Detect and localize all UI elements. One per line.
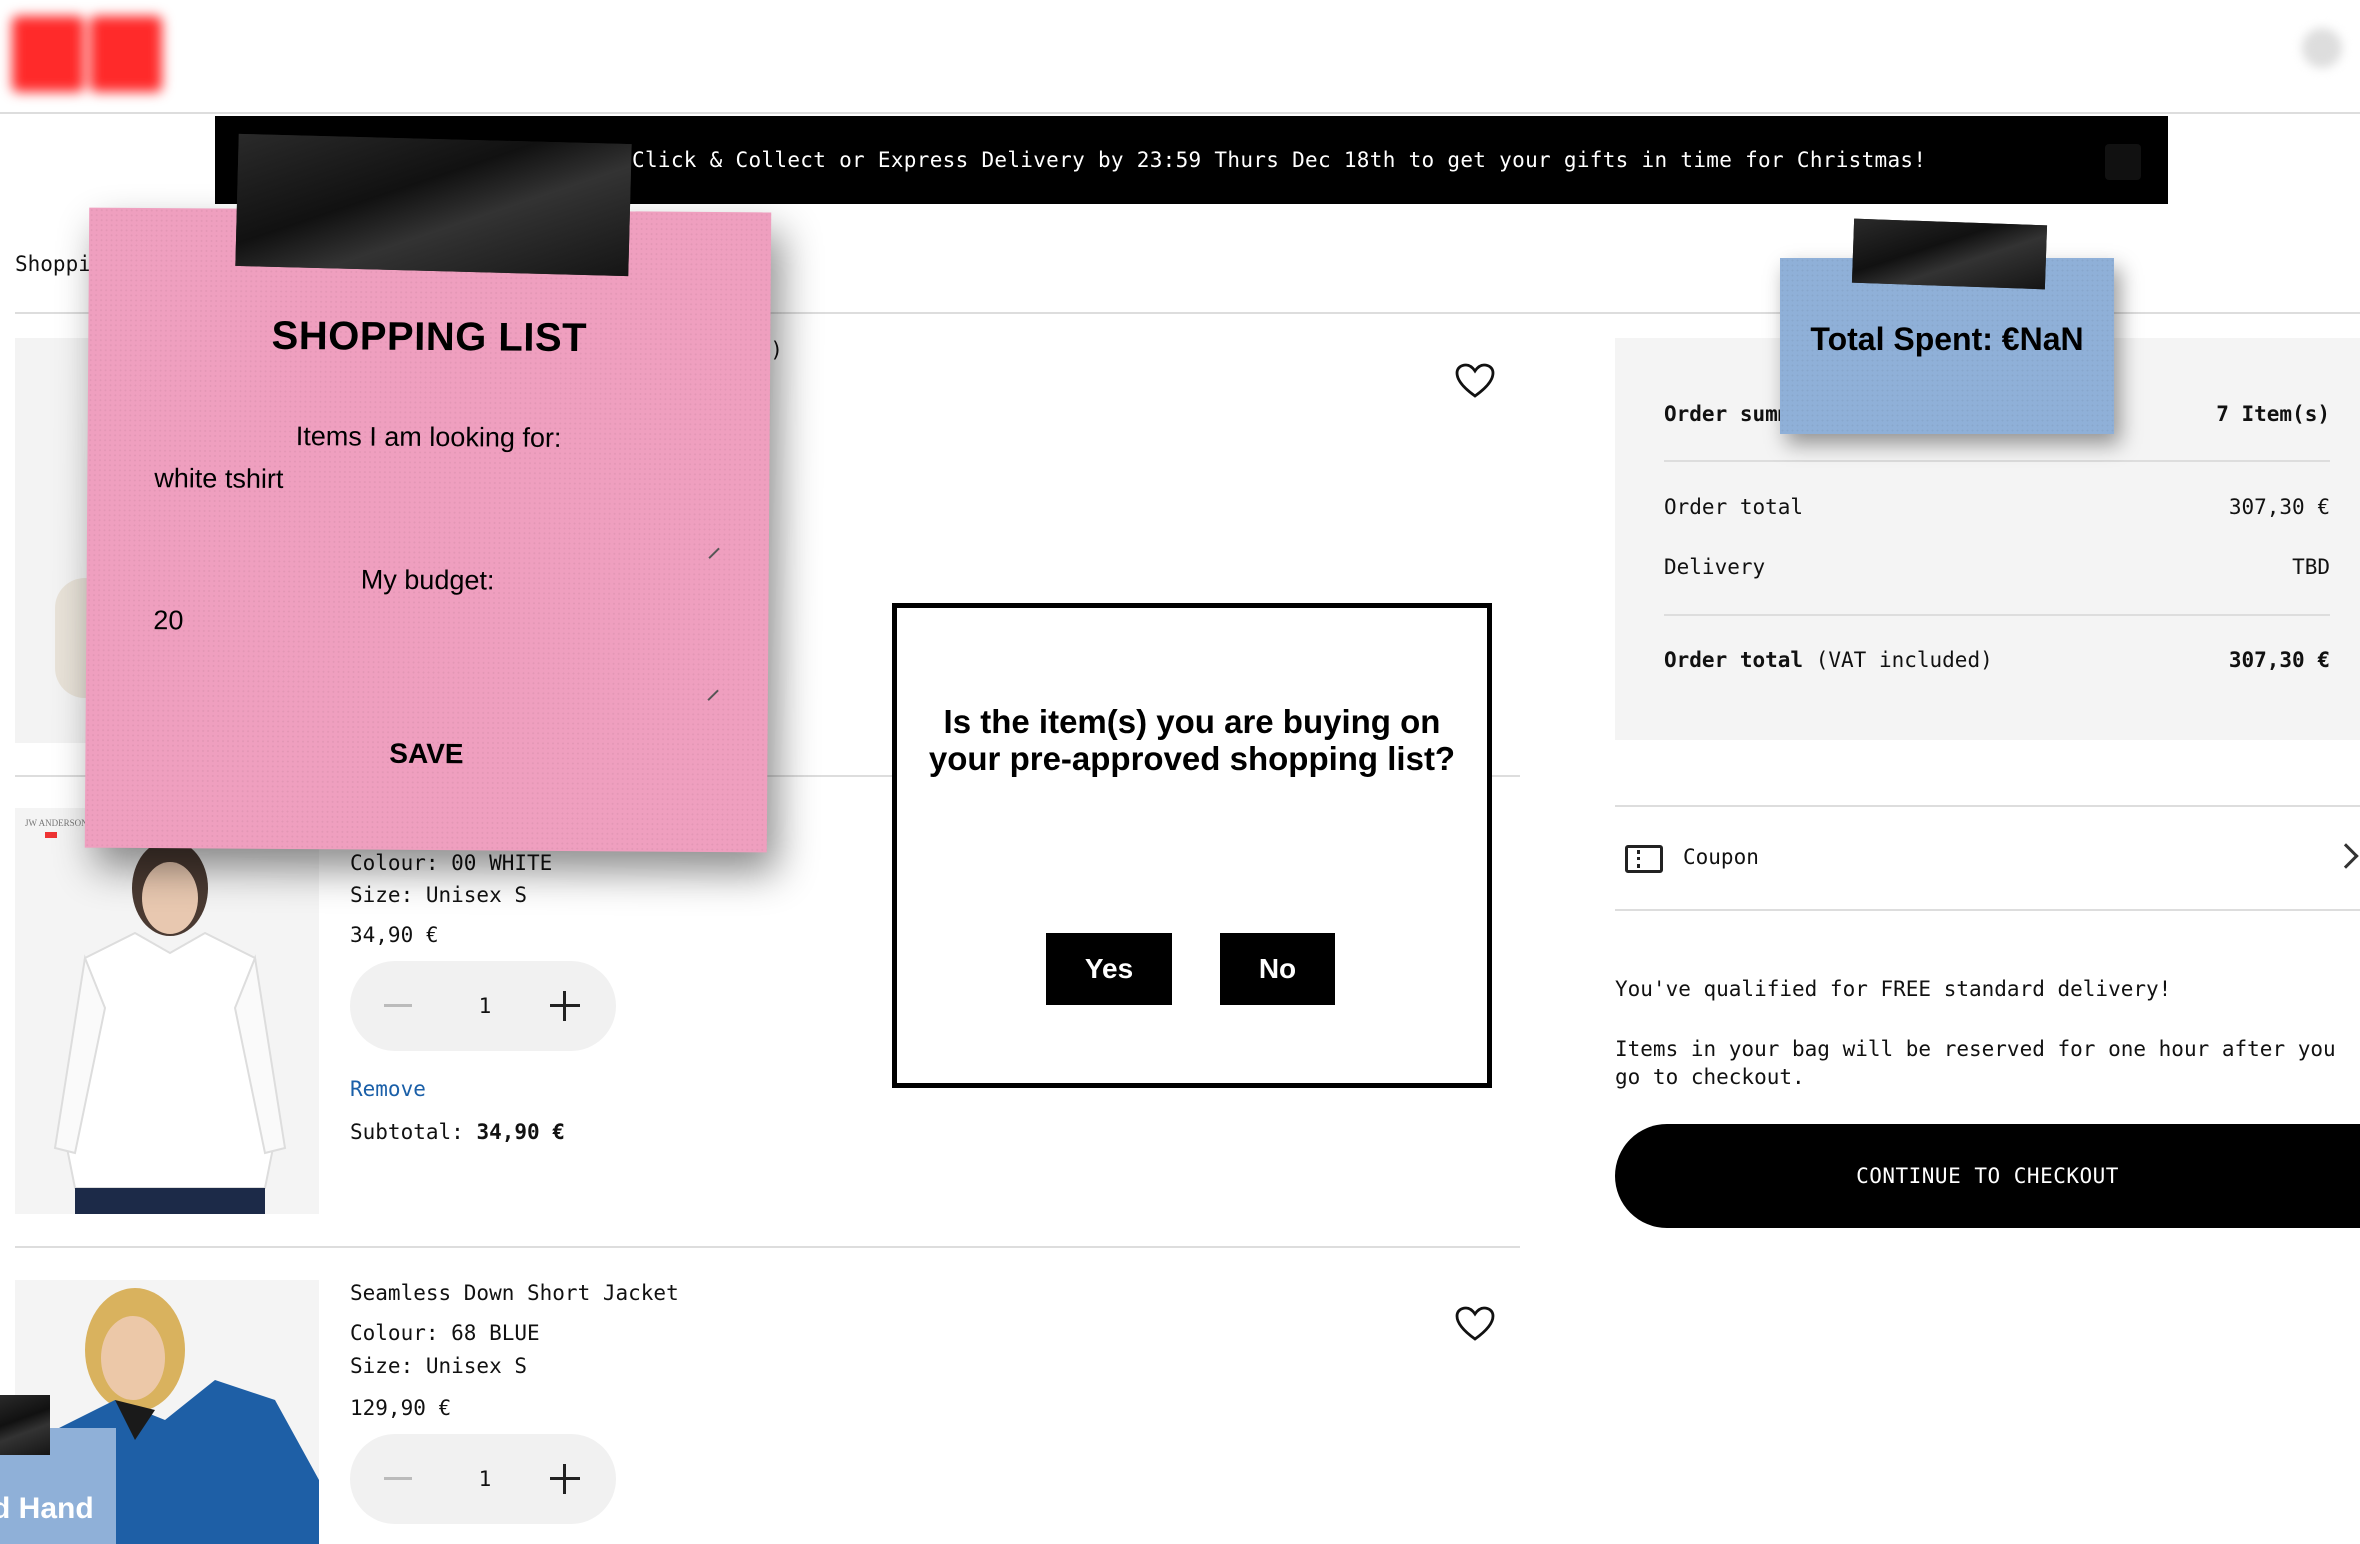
order-total-value: 307,30 € xyxy=(2228,495,2330,519)
order-summary-title: Order summ xyxy=(1664,402,1791,426)
brand-logo[interactable] xyxy=(12,16,170,96)
delivery-label: Delivery xyxy=(1664,555,1766,579)
divider xyxy=(1664,614,2330,616)
decrease-quantity-button[interactable] xyxy=(384,1004,412,1007)
budget-input[interactable] xyxy=(152,605,714,699)
product-price: 34,90 € xyxy=(350,923,439,947)
total-value: 307,30 € xyxy=(2228,648,2330,672)
product-size: Size: Unisex S xyxy=(350,883,528,907)
items-input[interactable] xyxy=(153,463,715,557)
hand-note-text: d Hand xyxy=(0,1492,94,1525)
delivery-value: TBD xyxy=(2292,555,2330,579)
shopping-list-title: SHOPPING LIST xyxy=(271,313,588,361)
shopping-list-confirm-dialog: Is the item(s) you are buying on your pr… xyxy=(892,603,1492,1088)
wishlist-heart-icon[interactable] xyxy=(1455,1306,1495,1342)
save-button[interactable]: SAVE xyxy=(85,736,767,773)
product-image[interactable]: JW ANDERSON xyxy=(15,808,319,1214)
yes-button[interactable]: Yes xyxy=(1046,933,1172,1005)
subtotal-value: 34,90 € xyxy=(476,1120,565,1144)
quantity-stepper: 1 xyxy=(350,1434,616,1524)
site-header xyxy=(0,0,2360,114)
budget-label: My budget: xyxy=(360,564,495,596)
product-price: 129,90 € xyxy=(350,1396,452,1420)
product-colour: Colour: 68 BLUE xyxy=(350,1321,540,1345)
product-size: Size: Unisex S xyxy=(350,1354,528,1378)
divider xyxy=(1664,460,2330,462)
coupon-label: Coupon xyxy=(1683,845,1759,869)
tape-strip xyxy=(235,133,632,277)
banner-close-icon[interactable] xyxy=(2105,144,2141,180)
continue-to-checkout-button[interactable]: CONTINUE TO CHECKOUT xyxy=(1615,1124,2360,1228)
svg-text:JW ANDERSON: JW ANDERSON xyxy=(25,818,88,828)
subtotal-label: Subtotal: xyxy=(350,1120,464,1144)
total-spent-text: Total Spent: €NaN xyxy=(1810,321,2084,357)
increase-quantity-button[interactable] xyxy=(550,991,580,1021)
promo-banner-text: Click & Collect or Express Delivery by 2… xyxy=(632,148,1927,172)
quantity-stepper: 1 xyxy=(350,961,616,1051)
wishlist-heart-icon[interactable] xyxy=(1455,363,1495,399)
dialog-question: Is the item(s) you are buying on your pr… xyxy=(928,703,1456,777)
vat-note: (VAT included) xyxy=(1815,648,1993,672)
coupon-row[interactable]: Coupon xyxy=(1615,805,2360,911)
reservation-note: Items in your bag will be reserved for o… xyxy=(1615,1037,2336,1089)
coupon-ticket-icon xyxy=(1625,845,1663,873)
quantity-value: 1 xyxy=(478,1467,492,1491)
items-label: Items I am looking for: xyxy=(295,421,562,453)
subtotal: Subtotal: 34,90 € xyxy=(350,1120,565,1144)
white-shirt-photo: JW ANDERSON xyxy=(25,818,287,1214)
order-total-label: Order total xyxy=(1664,495,1804,519)
account-icon[interactable] xyxy=(2302,28,2342,68)
tape-strip xyxy=(1851,218,2048,290)
remove-link[interactable]: Remove xyxy=(350,1077,426,1101)
increase-quantity-button[interactable] xyxy=(550,1464,580,1494)
chevron-right-icon xyxy=(2333,843,2359,869)
items-count: 7 Item(s) xyxy=(2216,402,2330,426)
shopping-list-note: SHOPPING LIST Items I am looking for: My… xyxy=(84,207,772,853)
divider xyxy=(15,1246,1520,1248)
product-name[interactable]: Seamless Down Short Jacket xyxy=(350,1281,679,1305)
quantity-value: 1 xyxy=(478,994,492,1018)
total-label: Order total xyxy=(1664,648,1804,672)
no-button[interactable]: No xyxy=(1220,933,1335,1005)
tape-strip xyxy=(0,1395,50,1455)
decrease-quantity-button[interactable] xyxy=(384,1477,412,1480)
product-colour: Colour: 00 WHITE xyxy=(350,851,553,875)
free-delivery-note: You've qualified for FREE standard deliv… xyxy=(1615,977,2172,1001)
